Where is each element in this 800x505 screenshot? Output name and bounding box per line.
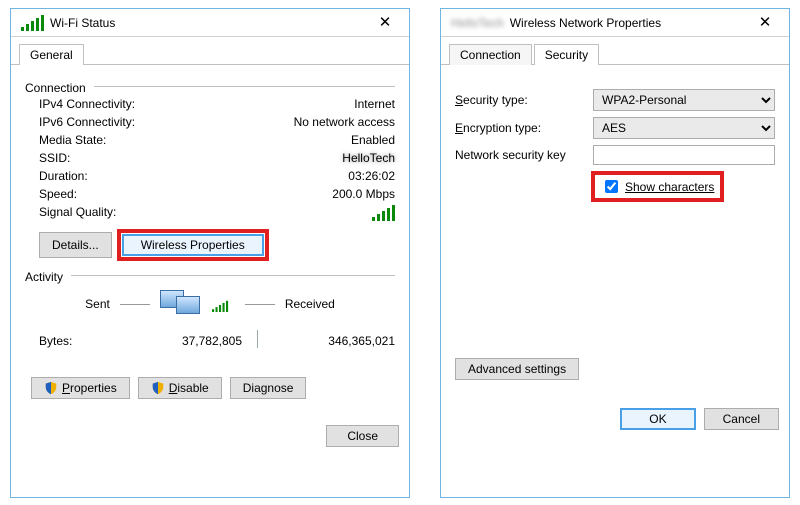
wireless-properties-highlight: Wireless Properties [120, 232, 266, 258]
group-connection-label: Connection [25, 81, 86, 95]
wprops-titlebar: HelloTech Wireless Network Properties ✕ [441, 9, 789, 37]
activity-bytes-label: Bytes: [39, 334, 119, 348]
details-button[interactable]: Details... [39, 232, 112, 258]
group-connection-head: Connection [25, 81, 395, 95]
wifi-status-dialog: Wi-Fi Status ✕ General Connection IPv4 C… [10, 8, 410, 498]
advanced-settings-button[interactable]: Advanced settings [455, 358, 579, 380]
show-characters-highlight: Show characters [591, 171, 724, 202]
disable-button[interactable]: Disable [138, 377, 222, 399]
tab-security[interactable]: Security [534, 44, 599, 65]
row-security-type: Security type: WPA2-Personal [455, 89, 775, 111]
wifi-status-tabs: General [11, 37, 409, 65]
wprops-title: HelloTech Wireless Network Properties [447, 16, 747, 30]
wifi-status-body: Connection IPv4 Connectivity:Internet IP… [11, 65, 409, 415]
encryption-type-select[interactable]: AES [593, 117, 775, 139]
close-icon[interactable]: ✕ [747, 9, 783, 37]
tab-connection[interactable]: Connection [449, 44, 532, 65]
wifi-status-title: Wi-Fi Status [17, 15, 367, 31]
properties-button[interactable]: Properties [31, 377, 130, 399]
connection-buttons: Details... Wireless Properties [25, 226, 395, 264]
activity-recv-bytes: 346,365,021 [272, 334, 395, 348]
row-show-chars: Show characters [455, 171, 775, 202]
wifi-status-title-text: Wi-Fi Status [50, 16, 115, 30]
activity-sent-bytes: 37,782,805 [119, 334, 242, 348]
row-speed: Speed:200.0 Mbps [25, 185, 395, 203]
close-icon[interactable]: ✕ [367, 9, 403, 37]
wprops-footer: OK Cancel [441, 398, 789, 440]
row-duration: Duration:03:26:02 [25, 167, 395, 185]
wprops-title-prefix: HelloTech [451, 16, 504, 30]
row-signal-quality: Signal Quality: [25, 203, 395, 226]
activity-graphic-row: Sent Received [25, 284, 395, 324]
activity-signal-icon [212, 301, 228, 312]
row-ipv4: IPv4 Connectivity:Internet [25, 95, 395, 113]
show-characters-checkbox[interactable] [605, 180, 618, 193]
row-ipv6: IPv6 Connectivity:No network access [25, 113, 395, 131]
wprops-body: Security type: WPA2-Personal Encryption … [441, 65, 789, 398]
wprops-title-suffix: Wireless Network Properties [510, 16, 661, 30]
activity-sent-label: Sent [85, 297, 110, 311]
bottom-buttons: Properties Disable Diagnose [25, 371, 395, 405]
row-media: Media State:Enabled [25, 131, 395, 149]
ok-button[interactable]: OK [620, 408, 695, 430]
row-ssid: SSID:HelloTech [25, 149, 395, 167]
row-encryption-type: Encryption type: AES [455, 117, 775, 139]
wifi-status-footer: Close [11, 415, 409, 457]
shield-icon [44, 381, 58, 395]
group-activity-head: Activity [25, 270, 395, 284]
network-key-input[interactable] [593, 145, 775, 165]
group-activity-label: Activity [25, 270, 63, 284]
cancel-button[interactable]: Cancel [704, 408, 779, 430]
wifi-icon [21, 15, 44, 31]
signal-bars-icon [372, 205, 395, 221]
divider-icon [257, 330, 258, 348]
shield-icon [151, 381, 165, 395]
activity-bytes-row: Bytes: 37,782,805 346,365,021 [25, 324, 395, 357]
wprops-tabs: Connection Security [441, 37, 789, 65]
close-button[interactable]: Close [326, 425, 399, 447]
tab-general[interactable]: General [19, 44, 84, 65]
wifi-status-titlebar: Wi-Fi Status ✕ [11, 9, 409, 37]
show-characters-label[interactable]: Show characters [601, 177, 714, 196]
diagnose-button[interactable]: Diagnose [230, 377, 307, 399]
wireless-properties-dialog: HelloTech Wireless Network Properties ✕ … [440, 8, 790, 498]
row-network-key: Network security key [455, 145, 775, 165]
network-monitors-icon [160, 288, 202, 320]
activity-received-label: Received [285, 297, 335, 311]
wireless-properties-button[interactable]: Wireless Properties [122, 234, 264, 256]
security-type-select[interactable]: WPA2-Personal [593, 89, 775, 111]
